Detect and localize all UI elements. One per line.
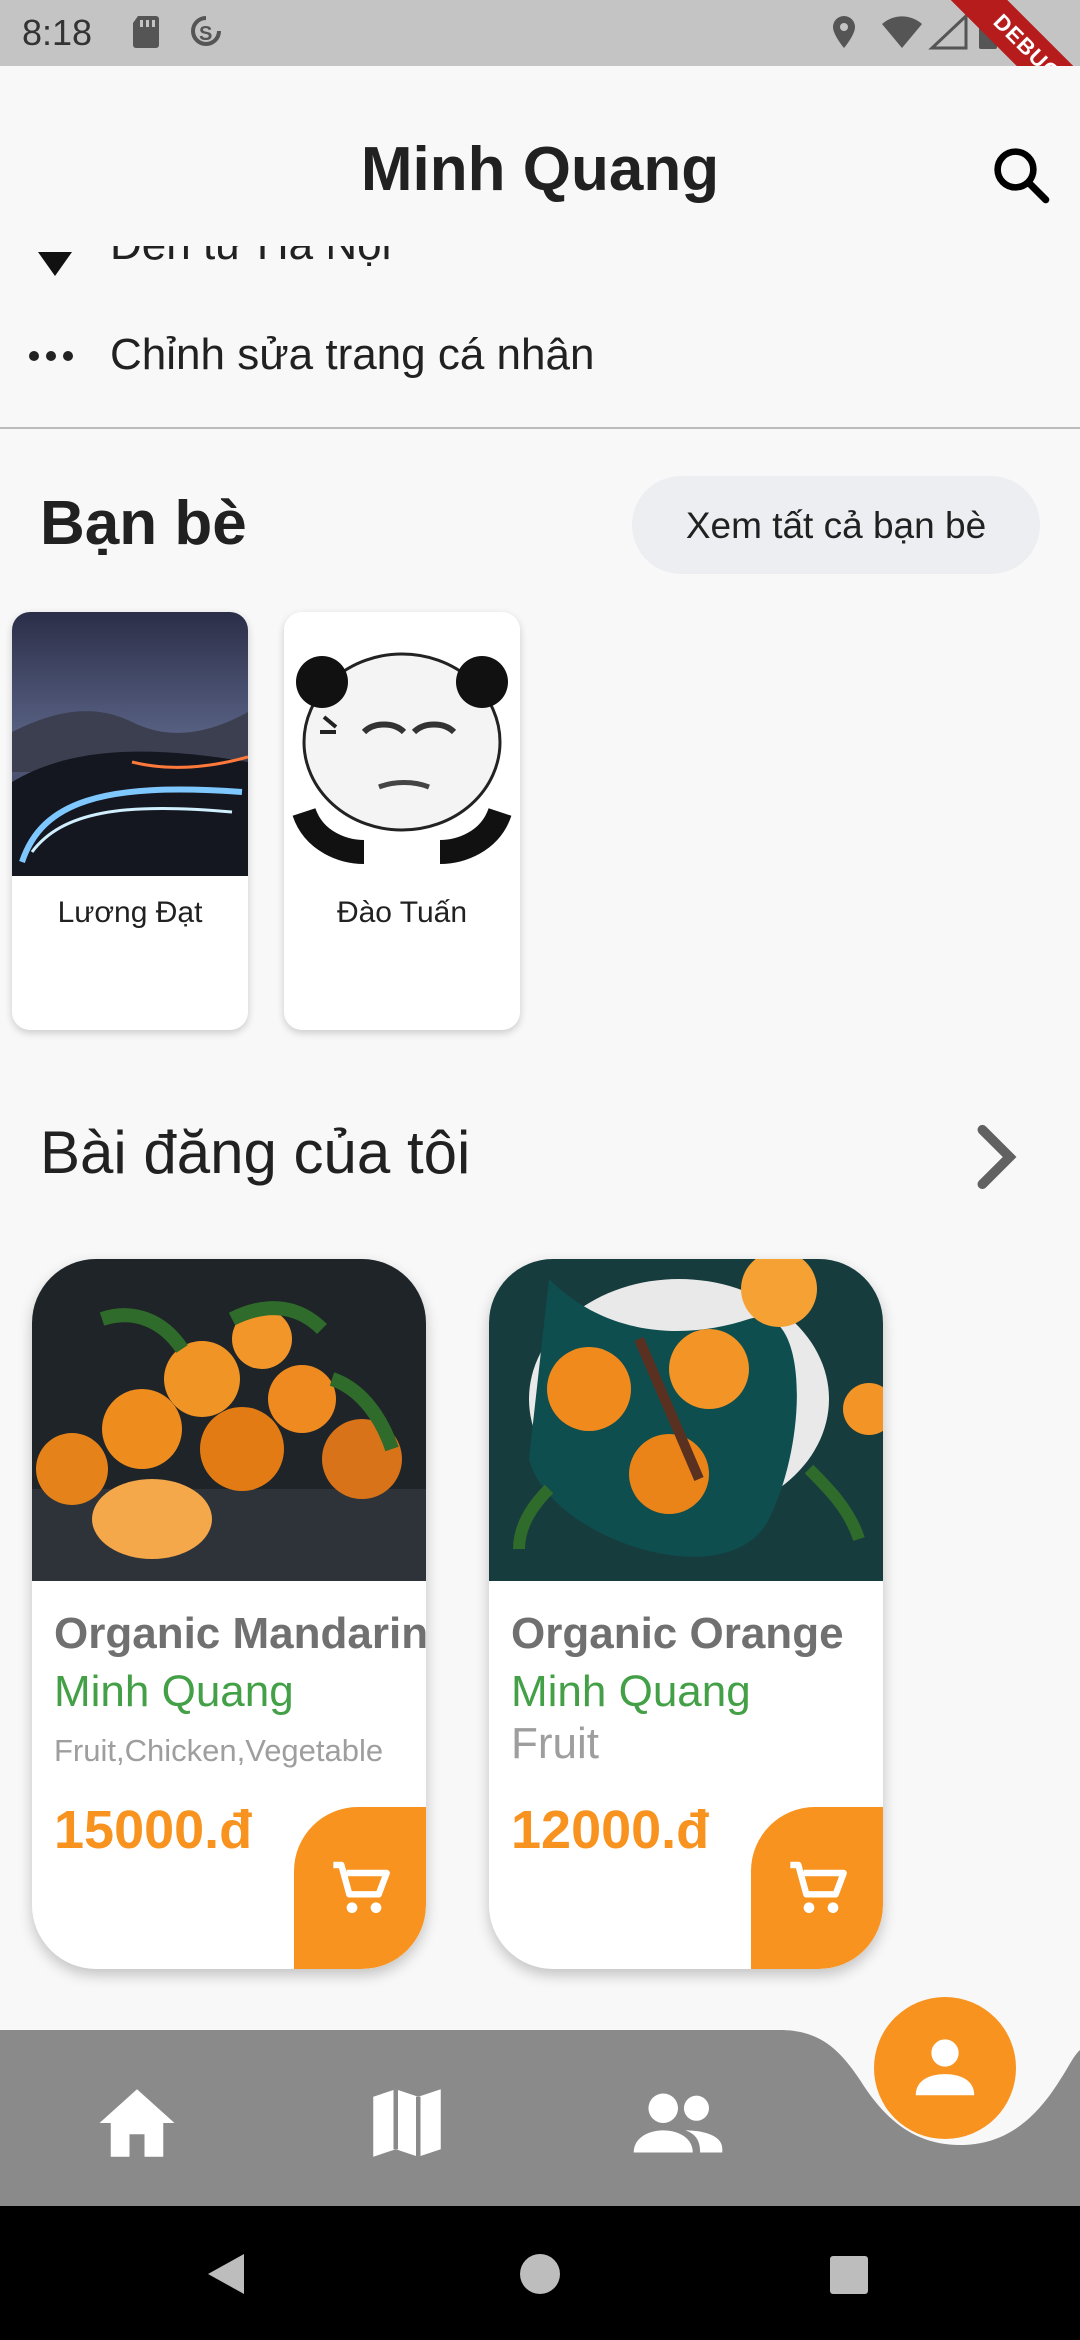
friend-avatar-night-road bbox=[12, 612, 248, 876]
system-nav-bar bbox=[0, 2206, 1080, 2340]
recents-icon[interactable] bbox=[828, 2254, 870, 2296]
product-price: 15000.đ bbox=[54, 1800, 253, 1860]
friend-name: Lương Đạt bbox=[57, 896, 203, 929]
product-seller: Minh Quang bbox=[54, 1667, 294, 1716]
edit-profile-row[interactable]: Chỉnh sửa trang cá nhân bbox=[0, 320, 1080, 390]
see-all-friends-button[interactable]: Xem tất cả bạn bè bbox=[632, 476, 1040, 574]
home-icon[interactable] bbox=[92, 2078, 182, 2168]
cart-icon bbox=[790, 1861, 847, 1913]
add-to-cart-button[interactable] bbox=[294, 1807, 426, 1969]
map-icon[interactable] bbox=[362, 2078, 452, 2168]
product-image-orange bbox=[489, 1259, 883, 1581]
product-name: Organic Orange bbox=[511, 1609, 844, 1658]
home-circle-icon[interactable] bbox=[518, 2252, 562, 2296]
edit-profile-label: Chỉnh sửa trang cá nhân bbox=[110, 330, 595, 379]
status-bar: 8:18 S DEBUG bbox=[0, 0, 1080, 144]
svg-text:S: S bbox=[199, 23, 212, 45]
friends-title: Bạn bè bbox=[40, 489, 247, 558]
divider bbox=[0, 427, 1080, 429]
friend-name: Đào Tuấn bbox=[336, 896, 468, 929]
caret-down-icon bbox=[38, 252, 72, 276]
chevron-right-icon[interactable] bbox=[966, 1122, 1026, 1192]
product-category: Fruit bbox=[511, 1719, 599, 1768]
back-icon[interactable] bbox=[204, 2250, 248, 2298]
product-card[interactable]: Organic Orange Minh Quang Fruit 12000.đ bbox=[489, 1259, 883, 1969]
product-image-mandarin bbox=[32, 1259, 426, 1581]
product-seller: Minh Quang bbox=[511, 1667, 751, 1716]
cart-icon bbox=[333, 1861, 390, 1913]
friend-card[interactable]: Lương Đạt bbox=[12, 612, 248, 1030]
people-icon[interactable] bbox=[630, 2078, 726, 2168]
posts-title: Bài đăng của tôi bbox=[40, 1119, 471, 1186]
person-icon bbox=[915, 2039, 975, 2096]
sync-icon: S bbox=[191, 16, 221, 46]
search-icon[interactable] bbox=[988, 142, 1054, 208]
friend-card[interactable]: Đào Tuấn bbox=[284, 612, 520, 1030]
product-category: Fruit,Chicken,Vegetable bbox=[54, 1733, 384, 1768]
wifi-icon bbox=[882, 16, 922, 48]
from-label: Đến từ Hà Nội bbox=[110, 246, 391, 270]
from-row: Đến từ Hà Nội bbox=[0, 246, 1080, 286]
product-price: 12000.đ bbox=[511, 1800, 710, 1860]
status-time: 8:18 bbox=[22, 12, 93, 53]
page-title: Minh Quang bbox=[360, 135, 720, 204]
product-card[interactable]: Organic Mandarin Minh Quang Fruit,Chicke… bbox=[32, 1259, 426, 1969]
add-to-cart-button[interactable] bbox=[751, 1807, 883, 1969]
location-icon bbox=[833, 16, 855, 48]
friend-avatar-panda-meme bbox=[284, 612, 520, 876]
more-horiz-icon bbox=[29, 351, 73, 361]
signal-icon bbox=[928, 14, 968, 50]
product-name: Organic Mandarin bbox=[54, 1609, 426, 1658]
profile-fab[interactable] bbox=[874, 1997, 1016, 2139]
app-header: Minh Quang bbox=[0, 66, 1080, 246]
sd-card-icon bbox=[133, 16, 159, 48]
